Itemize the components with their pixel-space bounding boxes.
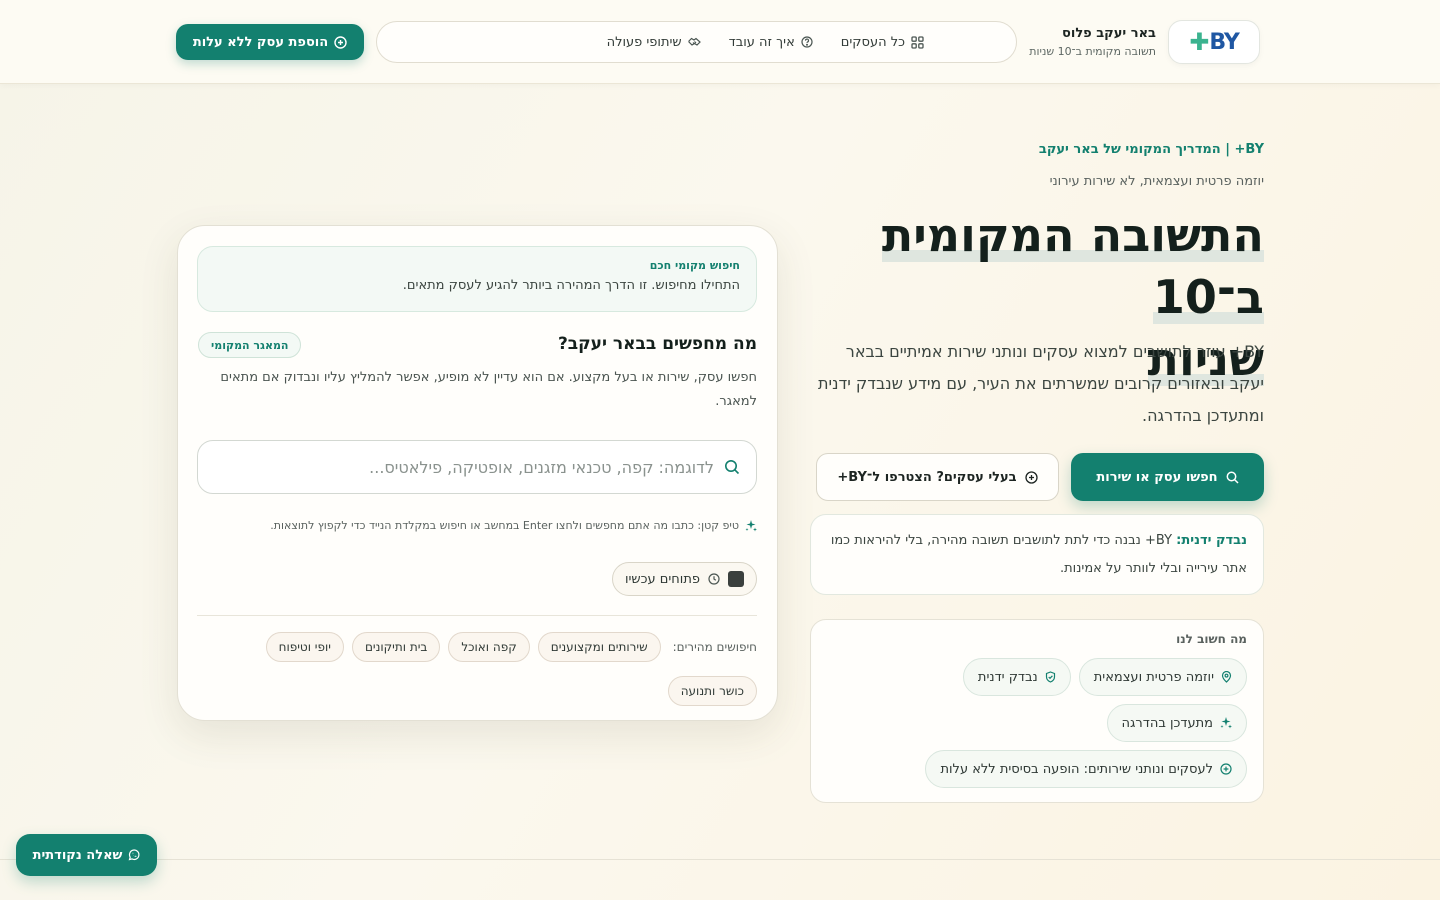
hero-eyebrow: BY+ | המדריך המקומי של באר יעקב <box>1038 142 1264 157</box>
help-circle-icon <box>801 36 813 48</box>
section-divider <box>0 859 1440 860</box>
search-tip: טיפ קטן: כתבו מה אתם מחפשים ולחצו Enter … <box>197 519 757 532</box>
add-business-label: הוספת עסק ללא עלות <box>192 34 329 50</box>
value-chip: נבדק ידנית <box>962 658 1071 696</box>
plus-circle-icon <box>1220 763 1232 775</box>
nav-label: איך זה עובד <box>728 34 795 50</box>
whatsapp-icon <box>128 849 140 861</box>
card-divider <box>197 615 757 616</box>
search-business-label: חפשו עסק או שירות <box>1096 469 1218 485</box>
value-chip-label: נבדק ידנית <box>977 669 1038 685</box>
map-pin-icon <box>1221 671 1232 683</box>
value-chip: מתעדכן בהדרגה <box>1106 704 1247 742</box>
logo-plus-icon: ✚ <box>1189 28 1209 56</box>
smart-search-desc: התחילו מחיפוש. זו הדרך המהירה ביותר להגי… <box>402 278 740 293</box>
values-chips: יוזמה פרטית ועצמאית נבדק ידנית מתעדכן בה… <box>827 658 1247 788</box>
value-chip-label: יוזמה פרטית ועצמאית <box>1093 669 1214 685</box>
brand-name: באר יעקב פלוס <box>1062 26 1156 41</box>
search-business-button[interactable]: חפשו עסק או שירות <box>1071 453 1264 501</box>
search-question: מה מחפשים בבאר יעקב? <box>557 334 757 354</box>
nav-label: כל העסקים <box>840 34 905 50</box>
value-chip: יוזמה פרטית ועצמאית <box>1078 658 1247 696</box>
trust-note: נבדק ידנית: BY+ נבנה כדי לתת לתושבים תשו… <box>810 514 1264 595</box>
value-chip-label: לעסקים ונותני שירותים: הופעה בסיסית ללא … <box>940 761 1213 777</box>
brand-tagline: תשובה מקומית ב־10 שניות <box>1029 45 1156 58</box>
nav-label: שיתופי פעולה <box>606 34 682 50</box>
search-input[interactable] <box>214 457 714 477</box>
add-business-button[interactable]: הוספת עסק ללא עלות <box>176 24 364 60</box>
sparkles-icon <box>745 519 757 532</box>
open-now-toggle[interactable]: פתוחים עכשיו <box>611 562 757 596</box>
whatsapp-button[interactable]: שאלה נקודתית <box>16 834 157 876</box>
plus-circle-icon <box>334 35 347 49</box>
search-card: חיפוש מקומי חכם התחילו מחיפוש. זו הדרך ה… <box>177 225 778 721</box>
whatsapp-label: שאלה נקודתית <box>32 847 123 863</box>
smart-search-box: חיפוש מקומי חכם התחילו מחיפוש. זו הדרך ה… <box>197 246 757 312</box>
value-chip: לעסקים ונותני שירותים: הופעה בסיסית ללא … <box>925 750 1247 788</box>
value-chip-label: מתעדכן בהדרגה <box>1121 715 1213 731</box>
grid-icon <box>911 35 924 49</box>
search-field[interactable] <box>197 440 757 494</box>
quick-search-chip[interactable]: כושר ותנועה <box>667 676 757 706</box>
values-title: מה חשוב לנו <box>1176 632 1247 646</box>
quick-search-chip[interactable]: יופי וטיפוח <box>265 632 344 662</box>
hero-sub-eyebrow: יוזמה פרטית ועצמאית, לא שירות עירוני <box>1049 174 1264 189</box>
hero-title-line1: התשובה המקומית ב־10 <box>881 208 1264 324</box>
open-now-checkbox[interactable] <box>728 571 744 587</box>
values-box: מה חשוב לנו יוזמה פרטית ועצמאית נבדק ידנ… <box>810 619 1264 803</box>
nav-partnerships[interactable]: שיתופי פעולה <box>607 35 701 50</box>
search-card-description: חפשו עסק, שירות או בעל מקצוע. אם הוא עדי… <box>220 370 757 409</box>
quick-search-chip[interactable]: שירותים ומקצוענים <box>537 632 661 662</box>
quick-searches-label: חיפושים מהירים: <box>672 640 757 654</box>
search-icon <box>1226 471 1239 484</box>
trust-strong: נבדק ידנית: <box>1176 533 1247 548</box>
join-business-button[interactable]: בעלי עסקים? הצטרפו ל־BY+ <box>816 453 1059 501</box>
search-tip-text: טיפ קטן: כתבו מה אתם מחפשים ולחצו Enter … <box>270 519 739 532</box>
brand-block: באר יעקב פלוס תשובה מקומית ב־10 שניות <box>1029 26 1156 58</box>
nav-all-businesses[interactable]: כל העסקים <box>841 35 924 50</box>
quick-search-chip[interactable]: קפה ואוכל <box>448 632 530 662</box>
clock-icon <box>708 573 720 585</box>
plus-circle-icon <box>1024 470 1038 484</box>
local-db-badge: המאגר המקומי <box>198 332 302 358</box>
logo-text: BY <box>1209 29 1239 55</box>
smart-search-title: חיפוש מקומי חכם <box>649 259 740 272</box>
sparkles-icon <box>1220 717 1232 729</box>
hero-description: BY+ עוזר לתושבים למצוא עסקים ונותני שירו… <box>818 342 1264 425</box>
join-business-label: בעלי עסקים? הצטרפו ל־BY+ <box>837 469 1017 485</box>
main-nav: כל העסקים איך זה עובד שיתופי פעולה <box>376 21 1017 63</box>
top-header: BY ✚ באר יעקב פלוס תשובה מקומית ב־10 שניו… <box>0 0 1440 84</box>
search-icon <box>724 459 740 475</box>
site-logo[interactable]: BY ✚ <box>1168 20 1260 64</box>
shield-check-icon <box>1045 671 1056 683</box>
nav-how-it-works[interactable]: איך זה עובד <box>729 35 813 50</box>
handshake-icon <box>688 36 701 48</box>
quick-search-chip[interactable]: בית ותיקונים <box>351 632 441 662</box>
quick-searches: חיפושים מהירים: שירותים ומקצוענים קפה וא… <box>197 632 757 706</box>
open-now-label: פתוחים עכשיו <box>624 571 700 587</box>
